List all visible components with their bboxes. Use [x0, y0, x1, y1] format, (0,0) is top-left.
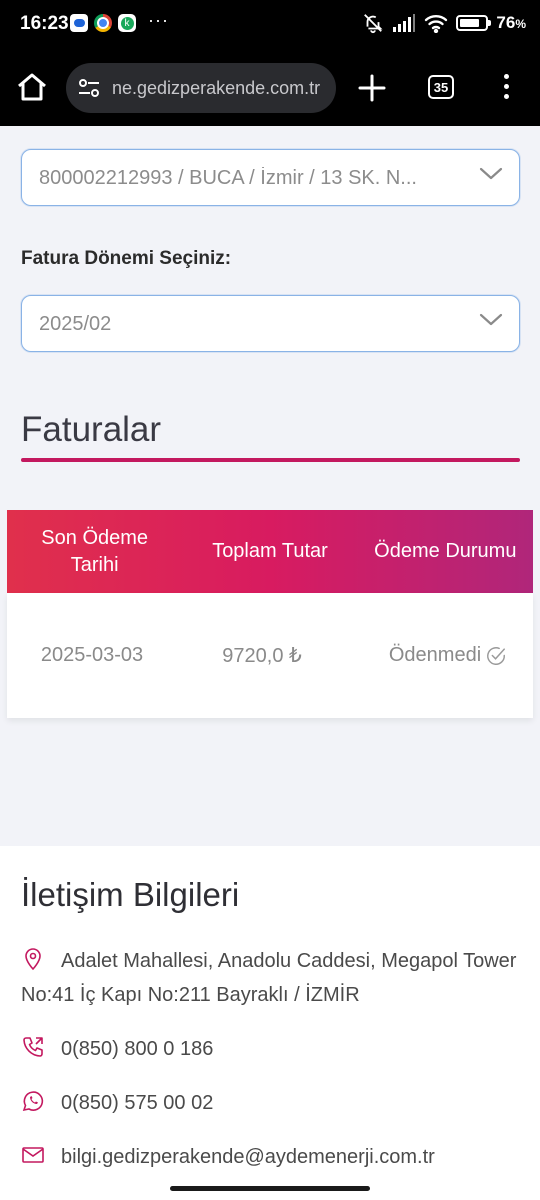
whatsapp-icon [22, 1091, 44, 1112]
contact-phone[interactable]: 0(850) 800 0 186 [21, 1032, 526, 1066]
location-pin-icon [25, 948, 41, 971]
invoices-title: Faturalar [21, 410, 162, 449]
contact-title: İletişim Bilgileri [21, 876, 240, 913]
new-tab-icon[interactable] [356, 72, 388, 104]
column-header-due-date: Son Ödeme Tarihi [41, 526, 149, 576]
home-indicator[interactable] [170, 1186, 370, 1191]
status-time: 16:23 [20, 13, 69, 34]
email-text: bilgi.gedizperakende@aydemenerji.com.tr [61, 1146, 435, 1168]
more-notifications-icon: ··· [148, 9, 169, 30]
chevron-down-icon [479, 167, 503, 180]
notification-icons: ··· [70, 10, 169, 32]
home-icon[interactable] [16, 72, 48, 102]
wifi-icon [425, 15, 448, 33]
mute-icon [364, 14, 383, 34]
page-content: 800002212993 / BUCA / İzmir / 13 SK. N..… [0, 126, 540, 846]
period-select-value: 2025/02 [39, 313, 112, 335]
mail-icon [22, 1147, 44, 1163]
url-text: ne.gedizperakende.com.tr [112, 77, 321, 98]
battery-icon [456, 15, 492, 31]
chevron-down-icon [479, 313, 503, 326]
chrome-notification-icon [94, 14, 112, 32]
phone-icon [23, 1037, 43, 1057]
table-row: 2025-03-03 9720,0 ₺ Ödenmedi [7, 593, 533, 718]
period-label: Fatura Dönemi Seçiniz: [21, 248, 232, 269]
title-underline [21, 458, 520, 462]
column-header-total: Toplam Tutar [212, 540, 328, 562]
contact-email[interactable]: bilgi.gedizperakende@aydemenerji.com.tr [21, 1140, 526, 1174]
site-settings-icon[interactable] [78, 78, 100, 98]
phone-text: 0(850) 800 0 186 [61, 1038, 214, 1060]
messages-notification-icon [70, 14, 88, 32]
contact-address: Adalet Mahallesi, Anadolu Caddesi, Megap… [21, 944, 526, 1012]
app-notification-icon [118, 14, 136, 32]
period-select[interactable]: 2025/02 [21, 295, 520, 352]
invoice-table-header: Son Ödeme Tarihi Toplam Tutar Ödeme Duru… [7, 510, 533, 593]
contact-whatsapp[interactable]: 0(850) 575 00 02 [21, 1086, 526, 1120]
tab-switcher-button[interactable]: 35 [428, 75, 454, 99]
browser-menu-icon[interactable] [496, 74, 516, 102]
status-text: Ödenmedi [388, 644, 482, 666]
column-header-status: Ödeme Durumu [374, 540, 517, 562]
battery-percent: 76% [496, 13, 526, 32]
due-date-cell: 2025-03-03 [40, 644, 144, 666]
status-cell[interactable]: Ödenmedi [347, 644, 533, 667]
address-text: Adalet Mahallesi, Anadolu Caddesi, Megap… [21, 950, 517, 1006]
browser-toolbar: ne.gedizperakende.com.tr 35 [0, 50, 540, 126]
whatsapp-text: 0(850) 575 00 02 [61, 1092, 214, 1114]
check-circle-icon [487, 646, 506, 665]
status-bar: 16:23 ··· 76% [0, 0, 540, 50]
account-select[interactable]: 800002212993 / BUCA / İzmir / 13 SK. N..… [21, 149, 520, 206]
contact-section: İletişim Bilgileri Adalet Mahallesi, Ana… [0, 846, 540, 1200]
system-icons: 76% [362, 12, 526, 34]
address-bar[interactable]: ne.gedizperakende.com.tr [66, 63, 336, 113]
total-cell: 9720,0 ₺ [222, 645, 302, 667]
signal-icon [393, 14, 416, 32]
account-select-value: 800002212993 / BUCA / İzmir / 13 SK. N..… [39, 167, 417, 189]
